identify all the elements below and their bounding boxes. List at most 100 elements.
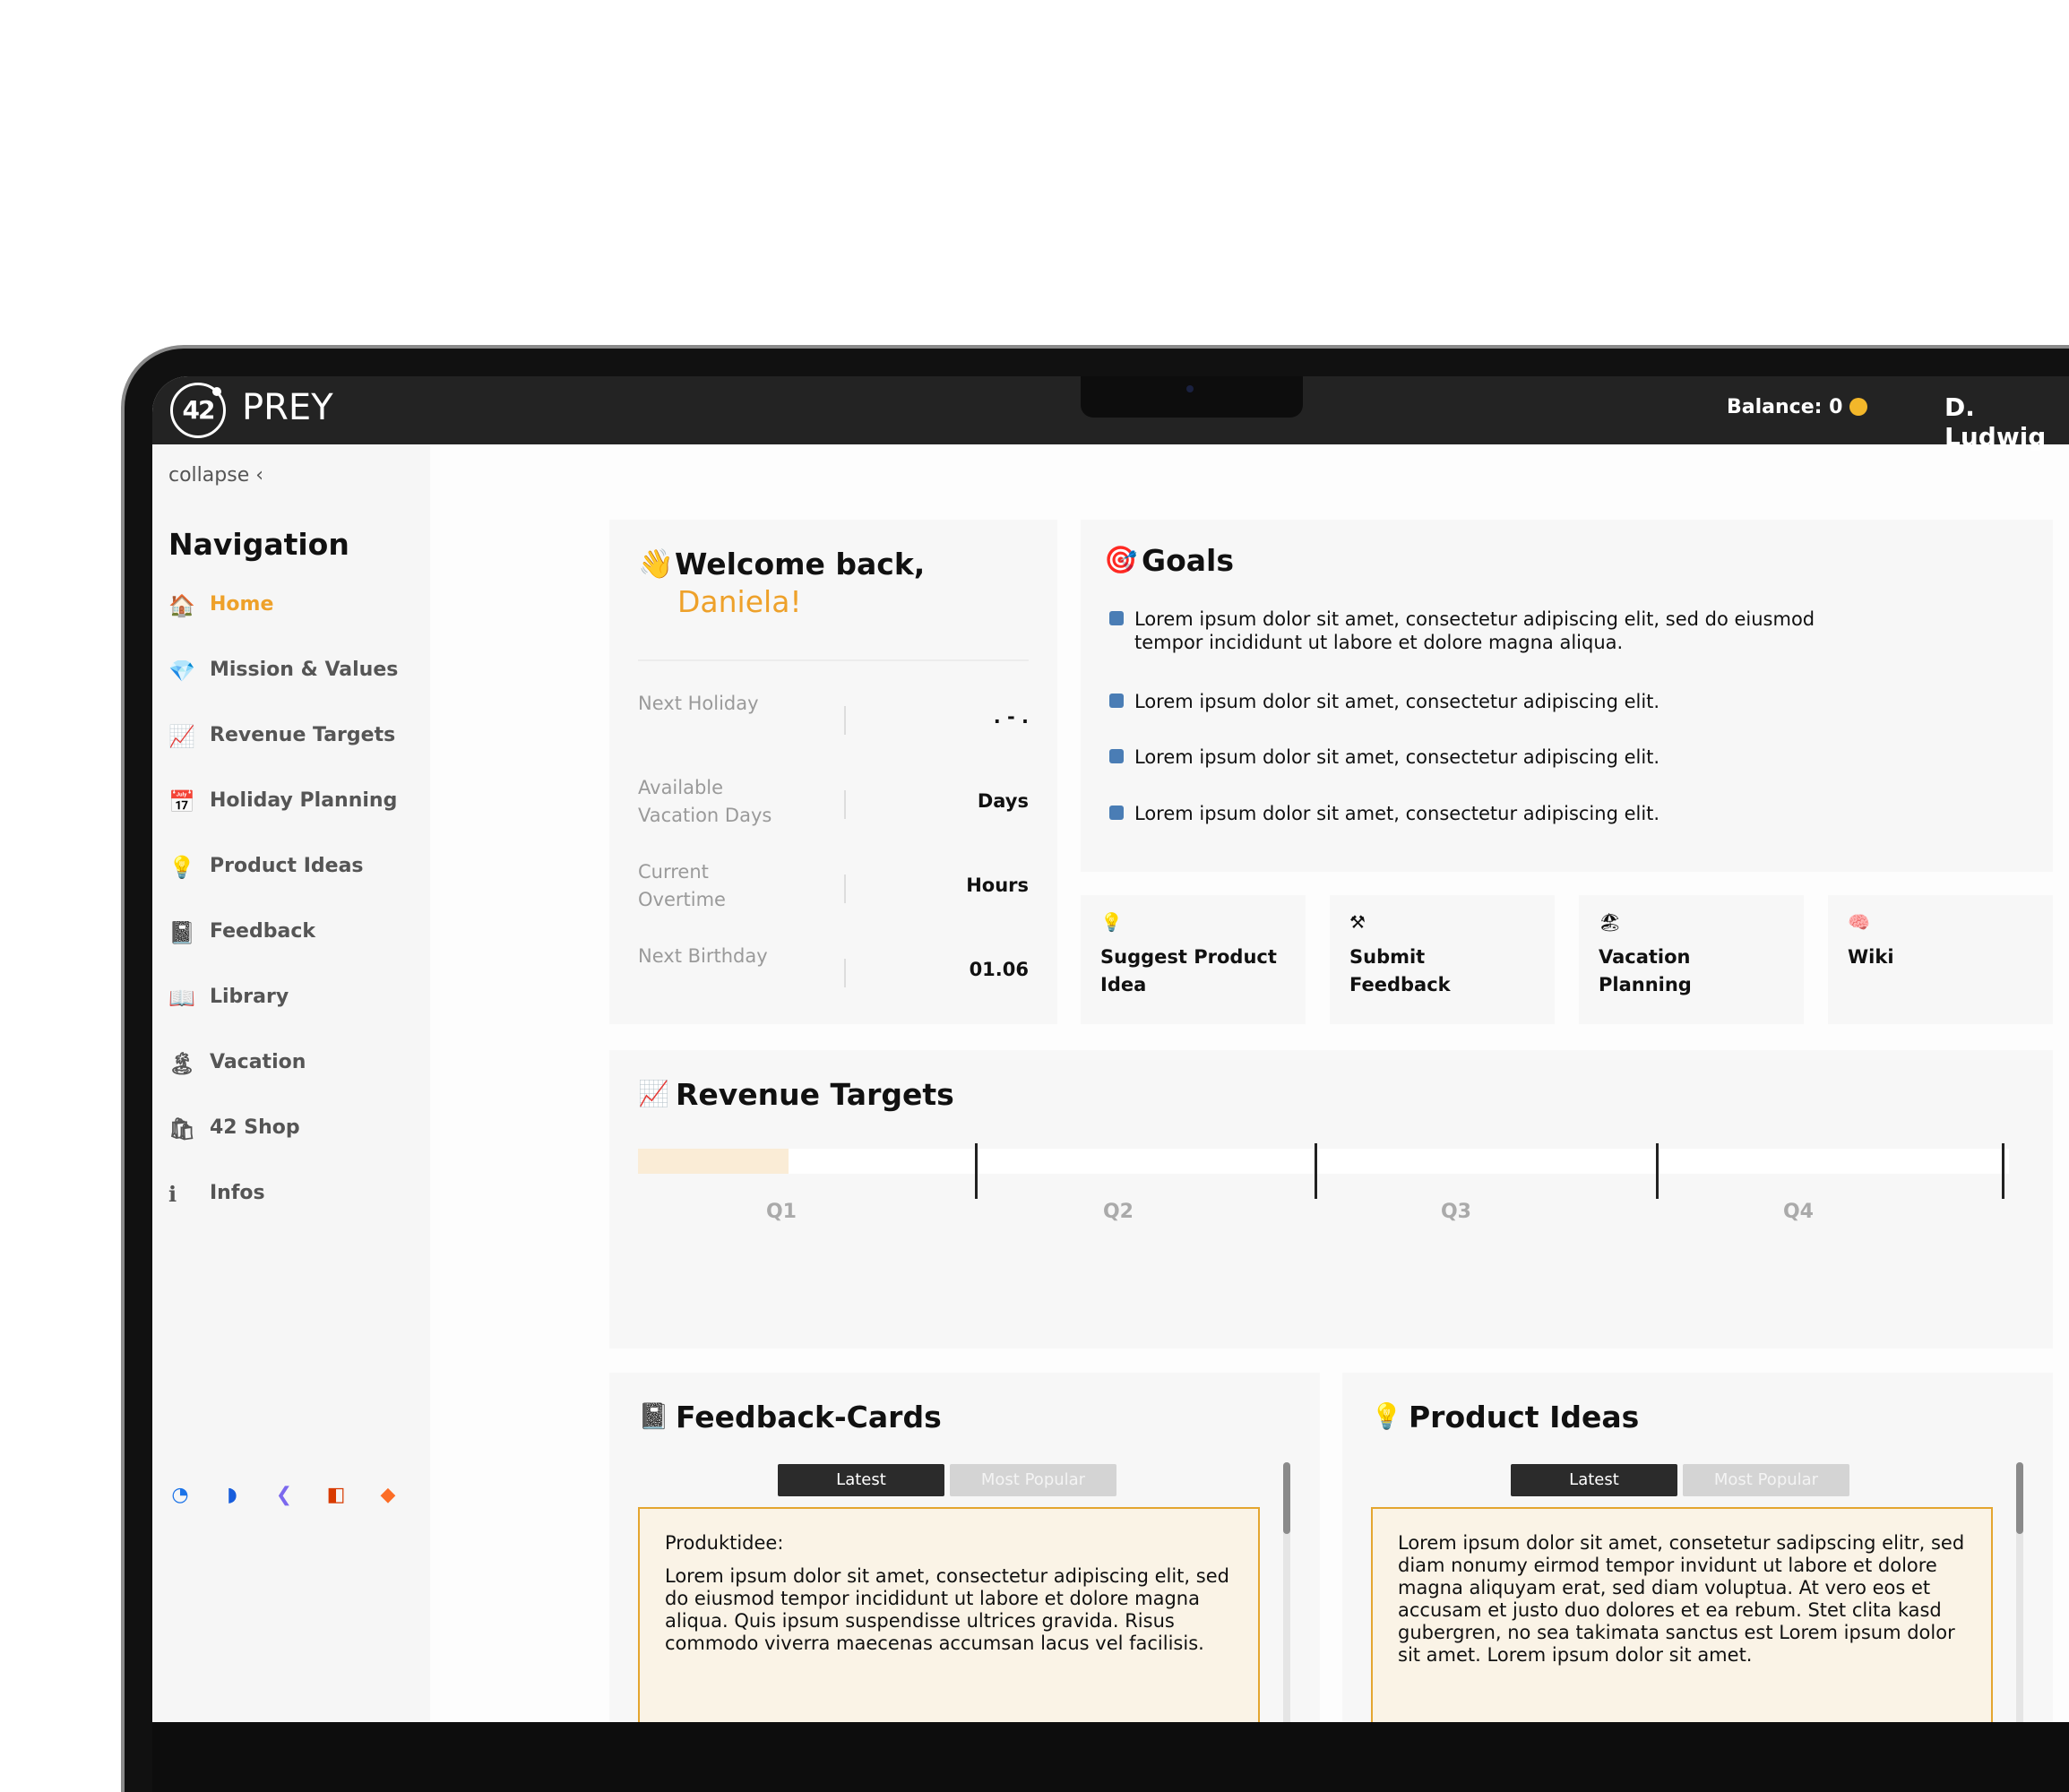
arrow-icon — [1109, 611, 1124, 625]
user-name[interactable]: D. Ludwig — [1944, 392, 2069, 452]
sidebar-item-infos[interactable]: ℹ Infos — [168, 1182, 398, 1247]
ideas-tabs: Latest Most Popular — [1511, 1464, 1849, 1496]
info-icon: ℹ — [168, 1182, 177, 1207]
sidebar-item-holiday-planning[interactable]: 📅 Holiday Planning — [168, 789, 398, 855]
lightbulb-icon: 💡 — [1100, 911, 1123, 933]
welcome-title: Welcome back, — [675, 547, 926, 582]
divider — [844, 790, 846, 819]
scrollbar[interactable] — [1283, 1462, 1290, 1722]
quarter-label-q1: Q1 — [765, 1201, 797, 1223]
notebook-icon: 📓 — [638, 1401, 669, 1431]
idea-entry[interactable]: Lorem ipsum dolor sit amet, consetetur s… — [1371, 1507, 1993, 1722]
beach-icon: 🏖 — [1599, 911, 1622, 933]
feedback-entry[interactable]: Produktidee: Lorem ipsum dolor sit amet,… — [638, 1507, 1260, 1722]
feedback-tabs: Latest Most Popular — [778, 1464, 1116, 1496]
camera-notch — [1081, 376, 1303, 418]
sidebar-item-label: Holiday Planning — [210, 789, 398, 812]
quick-link-label: Submit Feedback — [1349, 946, 1451, 995]
tab-most-popular[interactable]: Most Popular — [950, 1464, 1116, 1496]
notebook-icon: 📓 — [168, 920, 195, 945]
revenue-targets-card: 📈 Revenue Targets Q1 Q2 Q3 Q4 — [609, 1050, 2053, 1348]
brand-name[interactable]: PREY — [242, 387, 333, 428]
quick-link-label: Wiki — [1848, 946, 1894, 968]
nav-list: 🏠 Home 💎 Mission & Values 📈 Revenue Targets… — [168, 593, 398, 1247]
sidebar-item-label: 42 Shop — [210, 1116, 300, 1139]
divider — [844, 706, 846, 735]
calendar-icon: 📅 — [168, 789, 195, 814]
divider — [844, 874, 846, 903]
quick-link-vacation-planning[interactable]: 🏖 Vacation Planning — [1579, 895, 1804, 1024]
scrollbar-thumb[interactable] — [2016, 1462, 2023, 1534]
hammer-pick-icon: ⚒ — [1349, 911, 1366, 933]
sidebar-item-label: Library — [210, 986, 289, 1008]
island-icon: 🏝 — [168, 1051, 196, 1076]
stat-value: Days — [977, 790, 1029, 812]
stat-label: Available Vacation Days — [638, 777, 772, 826]
entry-text: Lorem ipsum dolor sit amet, consetetur s… — [1398, 1532, 1965, 1666]
home-icon: 🏠 — [168, 593, 195, 618]
sidebar-item-product-ideas[interactable]: 💡 Product Ideas — [168, 855, 398, 920]
brain-icon: 🧠 — [1848, 911, 1870, 933]
clockify-icon[interactable]: ◔ — [168, 1484, 192, 1507]
product-ideas-panel: 💡 Product Ideas Latest Most Popular Lore… — [1342, 1373, 2053, 1722]
scrollbar-thumb[interactable] — [1283, 1462, 1290, 1534]
sidebar-item-vacation[interactable]: 🏝 Vacation — [168, 1051, 398, 1116]
quarter-label-q3: Q3 — [1440, 1201, 1471, 1223]
top-bar: 42 PREY Balance: 0 D. Ludwig — [152, 376, 2069, 452]
scrollbar[interactable] — [2016, 1462, 2023, 1722]
sidebar-item-feedback[interactable]: 📓 Feedback — [168, 920, 398, 986]
quick-link-submit-feedback[interactable]: ⚒ Submit Feedback — [1330, 895, 1555, 1024]
waving-hand-icon: 👋 — [638, 547, 674, 581]
collapse-button[interactable]: collapse ‹ — [168, 464, 263, 487]
tab-most-popular[interactable]: Most Popular — [1683, 1464, 1849, 1496]
divider — [844, 959, 846, 987]
bitwarden-icon[interactable]: ◗ — [220, 1484, 244, 1507]
tab-latest[interactable]: Latest — [778, 1464, 944, 1496]
sidebar-item-library[interactable]: 📖 Library — [168, 986, 398, 1051]
stat-vacation-days: Available Vacation Days Days — [638, 774, 1029, 831]
sidebar-item-label: Product Ideas — [210, 855, 364, 877]
arrow-icon — [1109, 749, 1124, 763]
quick-link-wiki[interactable]: 🧠 Wiki — [1828, 895, 2053, 1024]
quarter-marker — [2002, 1143, 2004, 1199]
balance-text: Balance: 0 — [1727, 396, 1843, 418]
sidebar-item-label: Mission & Values — [210, 659, 399, 681]
nav-title: Navigation — [168, 527, 349, 562]
sidebar-item-home[interactable]: 🏠 Home — [168, 593, 398, 659]
clickup-icon[interactable]: ❮ — [272, 1484, 296, 1507]
quick-link-label: Vacation Planning — [1599, 946, 1692, 995]
gitlab-icon[interactable]: ◆ — [376, 1484, 400, 1507]
sidebar-item-42-shop[interactable]: 🛍 42 Shop — [168, 1116, 398, 1182]
goal-item: Lorem ipsum dolor sit amet, consectetur … — [1109, 745, 1844, 769]
goal-text: Lorem ipsum dolor sit amet, consectetur … — [1134, 691, 1660, 712]
divider — [638, 659, 1029, 661]
quarter-label-q2: Q2 — [1102, 1201, 1134, 1223]
lightbulb-icon: 💡 — [168, 855, 195, 880]
quick-link-suggest-idea[interactable]: 💡 Suggest Product Idea — [1081, 895, 1306, 1024]
tab-latest[interactable]: Latest — [1511, 1464, 1677, 1496]
logo-text: 42 — [182, 395, 216, 425]
sidebar-item-mission-values[interactable]: 💎 Mission & Values — [168, 659, 398, 724]
stat-value: 01.06 — [969, 959, 1029, 980]
goals-title: Goals — [1142, 543, 1234, 578]
stat-value: . - . — [993, 706, 1029, 728]
entry-text: Lorem ipsum dolor sit amet, consectetur … — [665, 1565, 1229, 1654]
office-icon[interactable]: ◧ — [324, 1484, 348, 1507]
balance-display: Balance: 0 — [1727, 396, 1868, 418]
sidebar-item-revenue-targets[interactable]: 📈 Revenue Targets — [168, 724, 398, 789]
quarter-marker — [1315, 1143, 1317, 1199]
goal-text: Lorem ipsum dolor sit amet, consectetur … — [1134, 746, 1660, 768]
app-screen: 42 PREY Balance: 0 D. Ludwig collapse ‹ … — [152, 376, 2069, 1722]
stat-label: Next Birthday — [638, 945, 768, 967]
lightbulb-icon: 💡 — [1371, 1401, 1402, 1431]
logo-icon[interactable]: 42 — [170, 383, 226, 438]
chart-up-icon: 📈 — [638, 1079, 669, 1108]
stat-label: Next Holiday — [638, 693, 759, 714]
feedback-cards-panel: 📓 Feedback-Cards Latest Most Popular Pro… — [609, 1373, 1320, 1722]
stat-label: Current Overtime — [638, 861, 726, 910]
stat-value: Hours — [966, 874, 1029, 896]
sidebar-item-label: Vacation — [210, 1051, 306, 1073]
product-ideas-title: Product Ideas — [1409, 1400, 1640, 1434]
sidebar: collapse ‹ Navigation 🏠 Home 💎 Mission & V… — [152, 444, 430, 1722]
goal-item: Lorem ipsum dolor sit amet, consectetur … — [1109, 802, 1844, 825]
